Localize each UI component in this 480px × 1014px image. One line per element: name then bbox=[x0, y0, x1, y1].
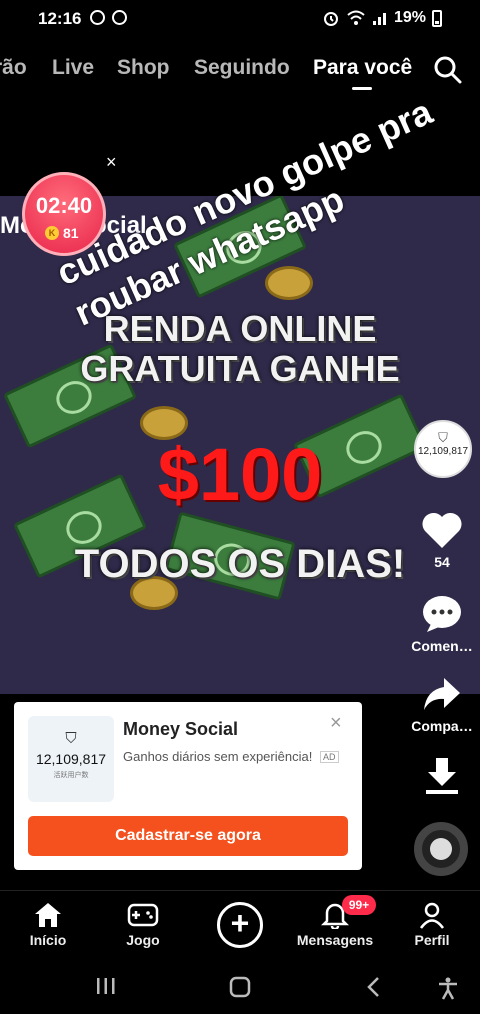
close-icon[interactable]: × bbox=[106, 152, 117, 173]
battery-icon bbox=[432, 9, 442, 27]
back-icon[interactable] bbox=[365, 976, 383, 998]
ad-thumb-sub: 活跃用户数 bbox=[53, 772, 89, 779]
music-disc-logo bbox=[430, 838, 452, 860]
accessibility-icon[interactable] bbox=[436, 976, 460, 1000]
gamepad-icon bbox=[127, 903, 159, 927]
nav-game-label: Jogo bbox=[126, 932, 160, 948]
nav-game[interactable]: Jogo bbox=[98, 901, 188, 948]
ad-card[interactable]: ⛉ 12,109,817 活跃用户数 Money Social Ganhos d… bbox=[14, 702, 362, 870]
signal-icon bbox=[372, 13, 386, 25]
download-icon bbox=[426, 758, 458, 794]
battery-percent: 19% bbox=[393, 9, 426, 26]
ad-close-icon[interactable]: × bbox=[330, 712, 342, 735]
create-button[interactable]: + bbox=[217, 902, 263, 948]
signup-button[interactable]: Cadastrar-se agora bbox=[28, 816, 348, 856]
share-button[interactable]: Compa… bbox=[404, 676, 480, 734]
timer-coins: K 81 bbox=[45, 225, 79, 241]
tab-live[interactable]: Live bbox=[52, 56, 94, 80]
ad-tag: AD bbox=[320, 751, 339, 763]
like-count: 54 bbox=[434, 554, 450, 570]
system-nav bbox=[0, 962, 480, 1014]
share-icon bbox=[424, 678, 460, 710]
reward-timer[interactable]: 02:40 K 81 bbox=[22, 172, 106, 256]
active-tab-indicator bbox=[352, 87, 372, 90]
comment-icon bbox=[423, 596, 461, 632]
notification-icon bbox=[112, 10, 127, 25]
music-disc[interactable] bbox=[414, 822, 468, 876]
ad-thumbnail: ⛉ 12,109,817 活跃用户数 bbox=[28, 716, 114, 802]
video-headline-2: GRATUITA GANHE bbox=[80, 348, 400, 389]
messages-badge: 99+ bbox=[342, 895, 376, 915]
coin-illustration bbox=[265, 266, 313, 300]
heart-icon bbox=[422, 512, 462, 548]
person-icon bbox=[419, 902, 445, 929]
alarm-icon bbox=[323, 12, 338, 26]
top-tabs: rão Live Shop Seguindo Para você bbox=[0, 48, 480, 92]
nav-home[interactable]: Início bbox=[3, 901, 93, 948]
ad-title: Money Social bbox=[123, 719, 239, 739]
home-button-icon[interactable] bbox=[228, 976, 252, 998]
coin-count: 81 bbox=[63, 225, 79, 241]
nav-home-label: Início bbox=[29, 932, 67, 948]
tab-for-you[interactable]: Para você bbox=[313, 56, 412, 80]
creator-avatar[interactable]: ⛉ 12,109,817 bbox=[414, 420, 472, 478]
comment-button[interactable]: Comen… bbox=[404, 594, 480, 654]
shield-logo-icon: ⛉ bbox=[438, 430, 448, 445]
nav-profile-label: Perfil bbox=[414, 932, 450, 948]
tab-shop[interactable]: Shop bbox=[117, 56, 170, 80]
video-amount: $100 bbox=[157, 433, 323, 516]
video-headline-1: RENDA ONLINE bbox=[103, 308, 377, 349]
avatar-text: 12,109,817 bbox=[417, 446, 469, 457]
ad-thumb-count: 12,109,817 bbox=[35, 751, 107, 767]
coin-icon: K bbox=[45, 226, 59, 240]
nav-messages-label: Mensagens bbox=[296, 932, 374, 948]
recent-apps-icon[interactable] bbox=[95, 976, 117, 996]
nav-profile[interactable]: Perfil bbox=[387, 901, 477, 948]
bottom-nav: Início Jogo + Mensagens 99+ Perfil bbox=[0, 890, 480, 960]
download-button[interactable] bbox=[404, 756, 480, 800]
ad-description: Ganhos diários sem experiência! bbox=[123, 749, 313, 764]
status-time: 12:16 bbox=[38, 9, 82, 28]
tab-explore[interactable]: rão bbox=[0, 56, 27, 80]
record-icon bbox=[90, 10, 105, 25]
status-bar: 12:16 19% bbox=[0, 0, 480, 38]
timer-time: 02:40 bbox=[35, 193, 93, 218]
like-button[interactable]: 54 bbox=[404, 510, 480, 570]
tab-following[interactable]: Seguindo bbox=[194, 56, 290, 80]
comment-label: Comen… bbox=[411, 638, 473, 654]
share-label: Compa… bbox=[411, 718, 473, 734]
wifi-icon bbox=[347, 10, 365, 25]
shield-logo-icon: ⛉ bbox=[65, 730, 77, 747]
home-icon bbox=[35, 903, 61, 927]
status-right: 19% bbox=[322, 9, 442, 27]
